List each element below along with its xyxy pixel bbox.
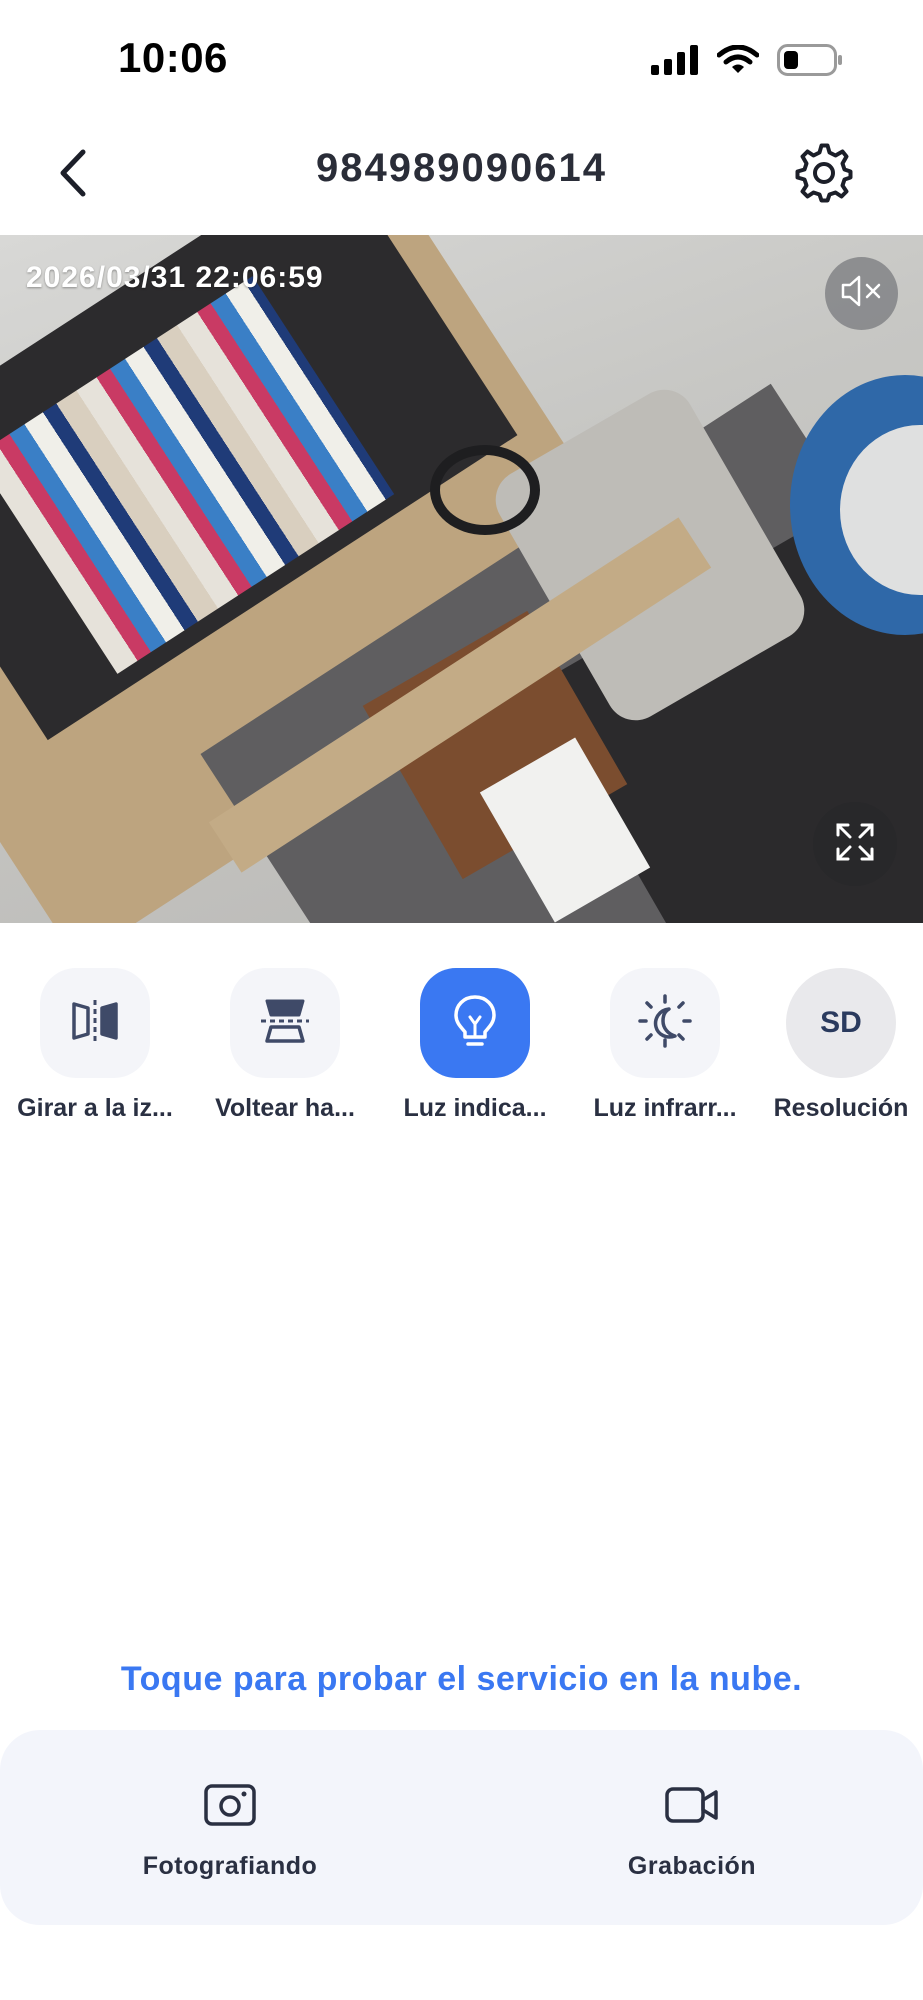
rotate-left-control[interactable]: Girar a la iz...: [5, 968, 185, 1123]
mute-button[interactable]: [825, 257, 898, 330]
settings-button[interactable]: [787, 138, 861, 212]
signal-icon: [651, 45, 699, 80]
fullscreen-button[interactable]: [813, 802, 897, 886]
flip-label: Voltear ha...: [215, 1094, 355, 1122]
bottom-action-panel: Fotografiando Grabación: [0, 1730, 923, 1925]
speaker-muted-icon: [840, 274, 884, 313]
video-frame: [430, 445, 540, 535]
infrared-light-control[interactable]: Luz infrarr...: [575, 968, 755, 1123]
page-title: 984989090614: [316, 146, 607, 190]
infrared-light-button[interactable]: [610, 968, 720, 1078]
cloud-service-link[interactable]: Toque para probar el servicio en la nube…: [0, 1660, 923, 1699]
expand-icon: [835, 822, 875, 867]
snapshot-button[interactable]: Fotografiando: [100, 1780, 360, 1881]
indicator-light-button[interactable]: [420, 968, 530, 1078]
resolution-badge: SD: [820, 1006, 862, 1039]
gear-icon: [794, 143, 854, 208]
record-label: Grabación: [627, 1852, 757, 1880]
battery-icon: [777, 44, 843, 81]
indicator-light-control[interactable]: Luz indica...: [385, 968, 565, 1123]
night-vision-icon: [637, 993, 693, 1054]
video-timestamp: 2026/03/31 22:06:59: [26, 261, 324, 294]
camera-live-view[interactable]: 2026/03/31 22:06:59: [0, 235, 923, 923]
status-time: 10:06: [118, 34, 228, 81]
infrared-light-label: Luz infrarr...: [593, 1094, 737, 1122]
resolution-control[interactable]: SD Resolución: [751, 968, 923, 1123]
record-button[interactable]: Grabación: [562, 1780, 822, 1881]
snapshot-label: Fotografiando: [142, 1852, 318, 1880]
header: 984989090614: [0, 120, 923, 235]
indicator-light-label: Luz indica...: [403, 1094, 547, 1122]
video-camera-icon: [662, 1780, 722, 1830]
mirror-flip-icon: [70, 998, 120, 1049]
flip-button[interactable]: [230, 968, 340, 1078]
flip-vertical-icon: [259, 997, 311, 1050]
status-icons: [651, 44, 843, 81]
resolution-button[interactable]: SD: [786, 968, 896, 1078]
resolution-label: Resolución: [773, 1094, 909, 1122]
camera-controls: Girar a la iz... Voltear ha... Luz indic…: [0, 968, 923, 1128]
status-bar: 10:06: [0, 0, 923, 120]
lightbulb-icon: [450, 993, 500, 1054]
flip-control[interactable]: Voltear ha...: [195, 968, 375, 1123]
rotate-left-label: Girar a la iz...: [17, 1094, 173, 1122]
wifi-icon: [716, 44, 760, 80]
camera-icon: [200, 1780, 260, 1830]
rotate-left-button[interactable]: [40, 968, 150, 1078]
